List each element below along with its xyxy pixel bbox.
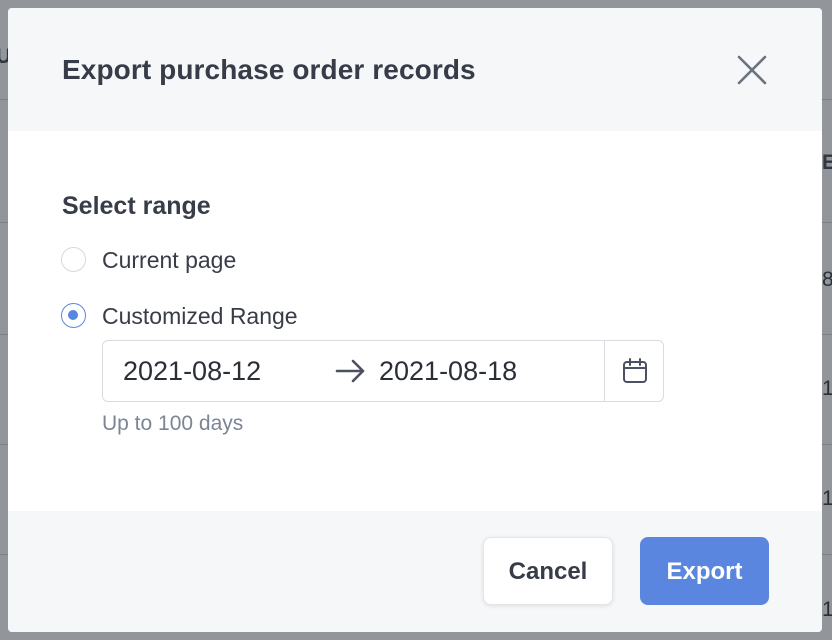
export-dialog: Export purchase order records Select ran… [8, 8, 822, 632]
radio-button-selected[interactable] [61, 303, 86, 328]
arrow-right-icon [335, 359, 365, 383]
radio-label: Current page [102, 247, 237, 273]
range-hint: Up to 100 days [102, 412, 244, 435]
radio-button[interactable] [61, 247, 86, 272]
close-icon [737, 55, 767, 85]
start-date-input[interactable] [123, 355, 323, 387]
calendar-button[interactable] [605, 341, 664, 401]
cancel-button[interactable]: Cancel [483, 537, 613, 605]
date-range-picker[interactable] [102, 340, 664, 402]
export-button[interactable]: Export [640, 537, 769, 605]
section-title: Select range [62, 192, 211, 220]
end-date-input[interactable] [379, 355, 579, 387]
radio-current-page[interactable]: Current page [61, 244, 271, 278]
dialog-title: Export purchase order records [62, 54, 476, 85]
dialog-header: Export purchase order records [8, 8, 822, 131]
calendar-icon [623, 358, 647, 383]
radio-label: Customized Range [102, 303, 298, 329]
radio-customized-range[interactable]: Customized Range [61, 300, 331, 334]
close-button[interactable] [733, 51, 771, 89]
